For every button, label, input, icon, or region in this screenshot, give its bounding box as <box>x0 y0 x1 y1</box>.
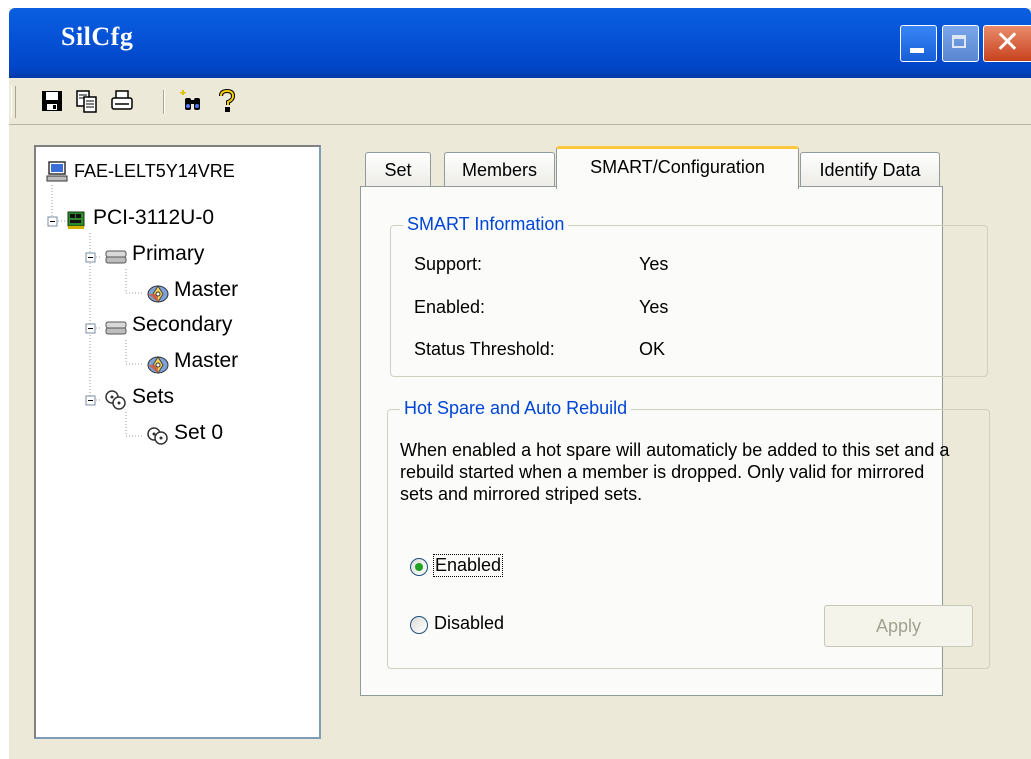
disk-drive-icon <box>147 356 169 374</box>
help-button[interactable] <box>214 88 240 114</box>
tab-label: Identify Data <box>819 160 921 180</box>
channel-icon <box>105 321 127 335</box>
expand-boxes <box>47 216 96 406</box>
print-icon <box>111 90 133 110</box>
status-threshold-label: Status Threshold: <box>414 339 555 359</box>
minimize-icon <box>910 48 924 53</box>
tree-label-sets: Sets <box>132 385 175 408</box>
tab-set[interactable]: Set <box>365 152 431 187</box>
toolbar <box>9 78 1031 125</box>
window-title: SilCfg <box>61 22 134 51</box>
find-button[interactable] <box>179 88 205 114</box>
tab-label: Set <box>384 160 412 180</box>
tree-label-controller: PCI-3112U-0 <box>93 206 214 229</box>
apply-button-label: Apply <box>875 616 922 636</box>
disabled-radio[interactable] <box>410 616 428 634</box>
tab-label: SMART/Configuration <box>590 157 765 177</box>
computer-icon <box>46 161 68 182</box>
copy-icon <box>76 90 97 113</box>
close-button[interactable]: ✕ <box>983 25 1031 62</box>
enabled-label: Enabled: <box>414 297 486 317</box>
disabled-radio-label: Disabled <box>434 613 505 633</box>
tree-label-set-0: Set 0 <box>174 421 224 444</box>
copy-button[interactable] <box>74 88 100 114</box>
hot-spare-description: When enabled a hot spare will automaticl… <box>400 440 950 504</box>
maximize-icon <box>952 35 966 48</box>
save-icon <box>42 91 62 111</box>
disabled-radio-option[interactable]: Disabled <box>410 612 540 638</box>
tree-label-primary-master: Master <box>174 278 239 301</box>
tab-smart-configuration[interactable]: SMART/Configuration <box>556 146 799 189</box>
smart-group-legend: SMART Information <box>403 214 569 235</box>
tree-label-secondary-master: Master <box>174 349 239 372</box>
tab-members[interactable]: Members <box>444 152 555 187</box>
device-tree[interactable]: FAE-LELT5Y14VRE PCI-3112U-0 Primary Mast… <box>34 145 321 739</box>
support-value: Yes <box>639 254 669 274</box>
hot-spare-legend: Hot Spare and Auto Rebuild <box>400 398 632 419</box>
tree-label-primary: Primary <box>132 242 205 265</box>
enabled-radio-option[interactable]: Enabled <box>410 554 540 580</box>
tree-label-secondary: Secondary <box>132 313 233 336</box>
find-icon <box>180 90 200 110</box>
set-icon <box>147 427 168 445</box>
save-button[interactable] <box>39 88 65 114</box>
title-bar[interactable]: SilCfg ✕ <box>9 8 1031 78</box>
toolbar-separator <box>163 90 165 114</box>
channel-icon <box>105 250 127 264</box>
enabled-value: Yes <box>639 297 669 317</box>
enabled-radio-label: Enabled <box>432 554 504 577</box>
print-button[interactable] <box>109 88 135 114</box>
tab-label: Members <box>461 160 537 180</box>
apply-button[interactable]: Apply <box>824 605 973 647</box>
sets-icon <box>105 390 126 410</box>
enabled-radio[interactable] <box>410 558 428 576</box>
minimize-button[interactable] <box>900 25 937 62</box>
close-icon: ✕ <box>994 25 1021 60</box>
tab-identify-data[interactable]: Identify Data <box>800 152 940 187</box>
controller-card-icon <box>67 211 85 229</box>
tree-label-computer: FAE-LELT5Y14VRE <box>74 161 235 181</box>
support-label: Support: <box>414 254 483 274</box>
toolbar-grip[interactable] <box>11 86 16 118</box>
radio-selected-dot <box>415 563 423 571</box>
help-icon <box>219 88 236 112</box>
status-threshold-value: OK <box>639 339 666 359</box>
disk-drive-icon <box>147 285 169 303</box>
maximize-button[interactable] <box>942 25 979 62</box>
app-window: SilCfg ✕ FAE-LELT5Y14VRE PCI-3112U-0 Pri… <box>9 8 1031 759</box>
